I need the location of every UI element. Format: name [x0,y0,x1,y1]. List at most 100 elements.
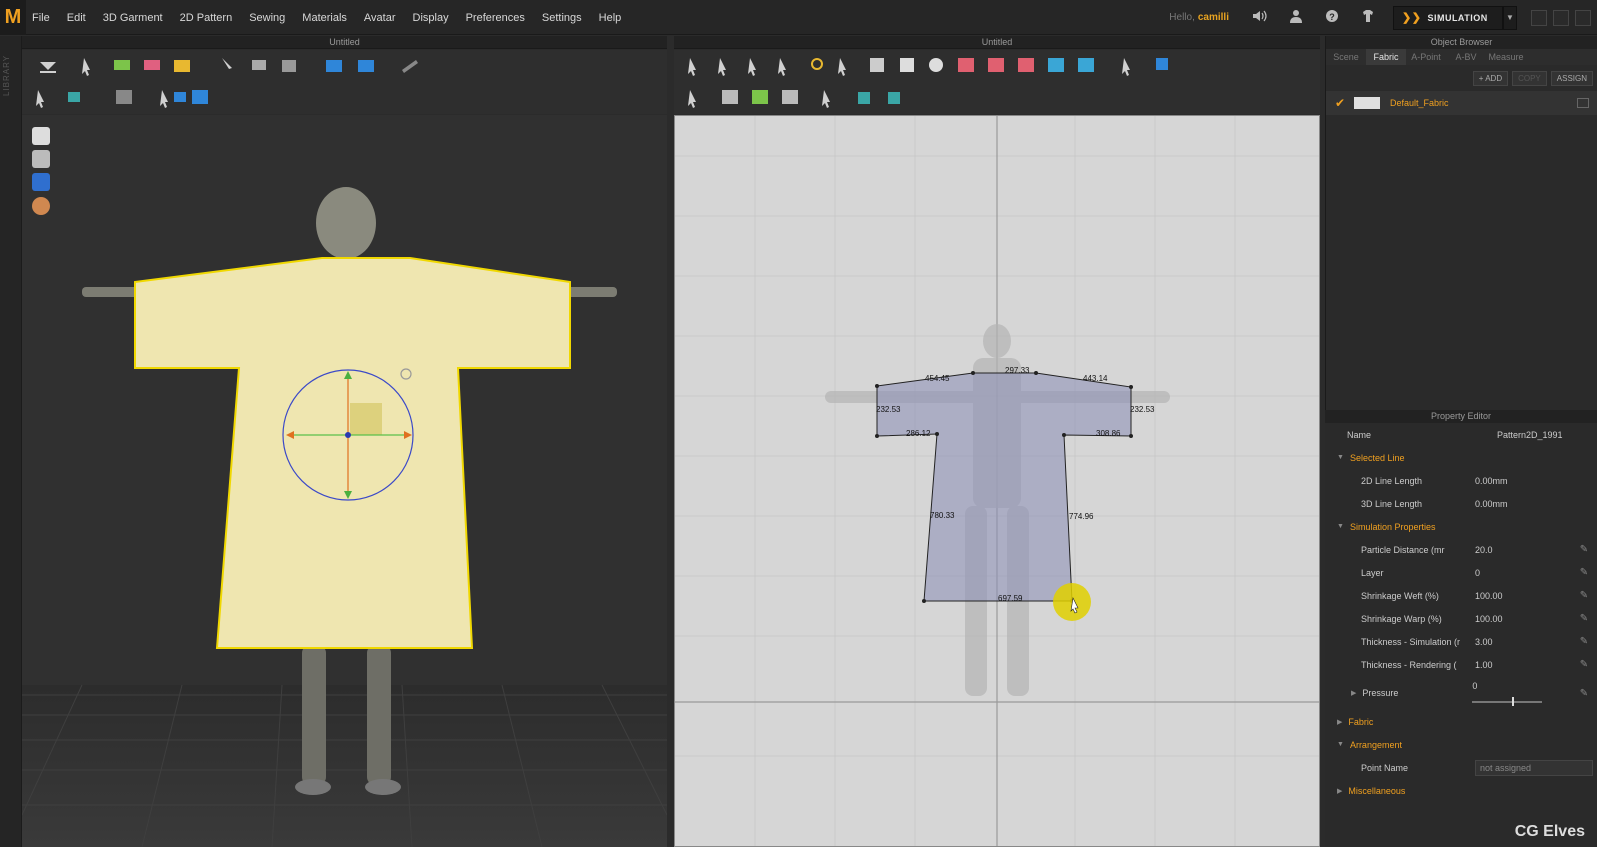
measure-hem: 697.59 [998,594,1023,603]
pressure-label: Pressure [1362,688,1399,698]
selected-line-label: Selected Line [1349,452,1405,463]
menu-settings[interactable]: Settings [542,12,582,24]
hello-label: Hello, [1169,12,1195,23]
tab-scene[interactable]: Scene [1326,49,1366,65]
help-icon[interactable]: ? [1321,9,1343,27]
pencil-icon[interactable]: ✎ [1575,590,1593,601]
username[interactable]: camilli [1198,12,1229,23]
selected-line-section[interactable]: ▼ Selected Line [1337,446,1593,469]
point-name-row: Point Name not assigned [1337,756,1593,779]
menu-materials[interactable]: Materials [302,12,347,24]
viewport-2d[interactable]: 454.45 297.33 443.14 232.53 232.53 286.1… [674,115,1320,847]
object-browser-title: Object Browser [1326,36,1597,49]
thickness-simulation-label: Thickness - Simulation (r [1361,636,1461,647]
library-sidebar[interactable]: LIBRARY [0,36,22,847]
window-3d-title: Untitled [22,36,667,49]
copy-button[interactable]: COPY [1512,70,1547,86]
shrinkage-warp-row: Shrinkage Warp (%) 100.00 ✎ [1337,607,1593,630]
simulation-label: SIMULATION [1427,12,1488,23]
fabric-edit-icon[interactable] [1577,98,1589,108]
volume-icon[interactable] [1249,9,1271,27]
shrinkage-weft-value[interactable]: 100.00 [1475,591,1575,601]
point-name-select[interactable]: not assigned [1475,759,1593,776]
simulation-properties-label: Simulation Properties [1349,521,1436,532]
minimize-window-button[interactable] [1531,9,1547,26]
avatar-display-icon[interactable] [32,127,50,145]
layer-label: Layer [1361,567,1384,578]
line-3d-row: 3D Line Length 0.00mm [1337,492,1593,515]
particle-distance-label: Particle Distance (mr [1361,544,1445,555]
tab-measure[interactable]: Measure [1486,49,1526,65]
fabric-list-item[interactable]: ✔ Default_Fabric [1326,91,1597,115]
menu-edit[interactable]: Edit [67,12,86,24]
line-2d-value: 0.00mm [1475,475,1508,486]
avatar-body-icon[interactable] [32,150,50,168]
fabric-name: Default_Fabric [1390,98,1449,108]
menu-display[interactable]: Display [413,12,449,24]
miscellaneous-section[interactable]: ▶ Miscellaneous [1337,779,1593,802]
pencil-icon[interactable]: ✎ [1575,544,1593,555]
pencil-icon[interactable]: ✎ [1575,636,1593,647]
name-label: Name [1347,429,1372,440]
watermark: CG Elves [1514,823,1585,840]
thickness-rendering-value[interactable]: 1.00 [1475,660,1575,670]
menu-2d-pattern[interactable]: 2D Pattern [180,12,233,24]
menu-avatar[interactable]: Avatar [364,12,396,24]
assign-button[interactable]: ASSIGN [1550,70,1593,86]
line-2d-row: 2D Line Length 0.00mm [1337,469,1593,492]
property-editor-title: Property Editor [1325,410,1597,423]
tab-a-bv[interactable]: A-BV [1446,49,1486,65]
thickness-simulation-value[interactable]: 3.00 [1475,637,1575,647]
menu-3d-garment[interactable]: 3D Garment [103,12,163,24]
user-icon[interactable] [1285,9,1307,27]
menu-help[interactable]: Help [599,12,622,24]
simulation-properties-section[interactable]: ▼ Simulation Properties [1337,515,1593,538]
app-logo: M [0,0,26,35]
particle-distance-value[interactable]: 20.0 [1475,545,1575,555]
thickness-rendering-row: Thickness - Rendering ( 1.00 ✎ [1337,653,1593,676]
pencil-icon[interactable]: ✎ [1575,659,1593,670]
garment-display-icon[interactable] [32,173,50,191]
maximize-window-button[interactable] [1553,9,1569,26]
library-label: LIBRARY [2,54,11,96]
point-name-label: Point Name [1361,762,1409,773]
toolbar-3d-icons[interactable] [22,50,667,114]
toolbar-2d [674,50,1320,114]
menu-file[interactable]: File [32,12,50,24]
pressure-track [1472,701,1543,703]
shrinkage-weft-row: Shrinkage Weft (%) 100.00 ✎ [1337,584,1593,607]
toolbar-2d-icons[interactable] [674,50,1320,114]
fabric-section[interactable]: ▶ Fabric [1337,710,1593,733]
shrinkage-warp-value[interactable]: 100.00 [1475,614,1575,624]
simulation-mode-button[interactable]: ❯❯ SIMULATION [1393,5,1503,30]
scene-3d[interactable] [22,115,667,847]
pressure-handle[interactable] [1512,697,1515,706]
pencil-icon[interactable]: ✎ [1575,567,1593,578]
viewport-3d[interactable] [22,115,667,847]
close-window-button[interactable] [1575,9,1591,26]
thickness-simulation-row: Thickness - Simulation (r 3.00 ✎ [1337,630,1593,653]
add-button[interactable]: + ADD [1472,70,1509,86]
tab-fabric[interactable]: Fabric [1366,49,1406,65]
pencil-icon[interactable]: ✎ [1575,688,1593,699]
mode-dropdown-arrow[interactable]: ▼ [1503,5,1517,30]
object-browser-actions: + ADD COPY ASSIGN [1326,65,1597,91]
miscellaneous-label: Miscellaneous [1348,785,1406,796]
menu-sewing[interactable]: Sewing [249,12,285,24]
garment-settings-icon[interactable] [1357,9,1379,27]
menu-bar: M File Edit 3D Garment 2D Pattern Sewing… [0,0,1597,35]
measure-left-side: 780.33 [930,511,955,520]
object-browser-tabs: Scene Fabric A-Point A-BV Measure [1326,49,1597,65]
toolbar-3d [22,50,667,114]
arrangement-section[interactable]: ▼ Arrangement [1337,733,1593,756]
shrinkage-warp-label: Shrinkage Warp (%) [1361,613,1442,624]
pencil-icon[interactable]: ✎ [1575,613,1593,624]
name-value[interactable]: Pattern2D_1991 [1497,430,1593,440]
avatar-face-icon[interactable] [32,197,50,215]
tab-a-point[interactable]: A-Point [1406,49,1446,65]
measure-right-side: 774.96 [1069,512,1094,521]
menu-preferences[interactable]: Preferences [466,12,525,24]
check-icon: ✔ [1334,96,1346,110]
pattern-canvas[interactable] [675,116,1320,847]
layer-value[interactable]: 0 [1475,568,1575,578]
